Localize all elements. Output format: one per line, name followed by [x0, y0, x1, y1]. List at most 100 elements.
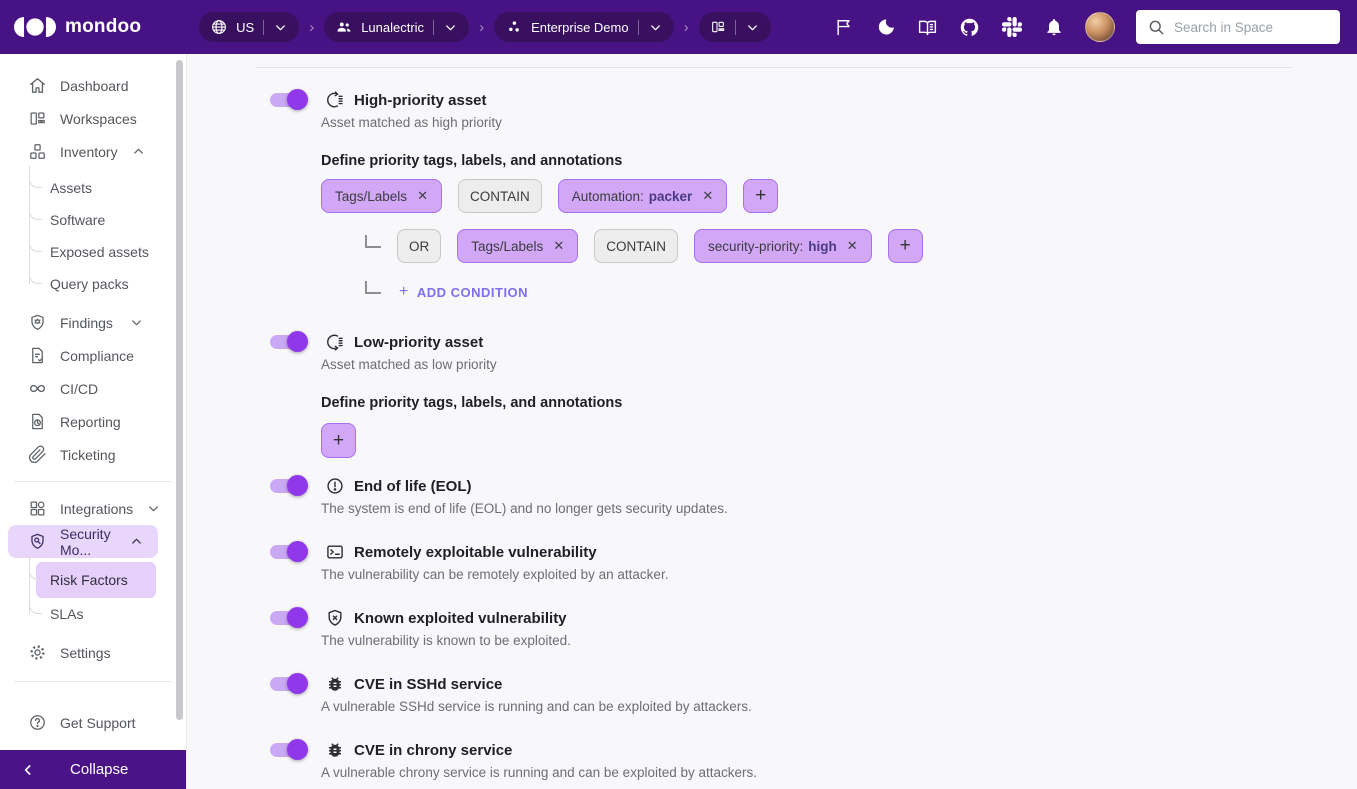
remove-icon[interactable]: ✕	[553, 238, 564, 254]
region-selector[interactable]: US	[199, 12, 299, 42]
risk-toggle[interactable]	[268, 739, 308, 761]
chevron-down-icon	[146, 501, 161, 516]
risk-factor-known-exploited: Known exploited vulnerability The vulner…	[256, 606, 1292, 651]
inventory-subnav: Assets Software Exposed assets Query pac…	[0, 172, 186, 300]
collapse-button[interactable]: Collapse	[0, 750, 186, 789]
tree-corner	[365, 235, 381, 248]
workspaces-icon	[28, 109, 47, 128]
slack-icon[interactable]	[1001, 17, 1022, 38]
chevron-down-icon[interactable]	[648, 20, 663, 35]
sidebar-item-risk-factors[interactable]: Risk Factors	[0, 562, 186, 598]
add-condition-plus-button[interactable]: +	[321, 423, 356, 458]
risk-description: A vulnerable chrony service is running a…	[321, 765, 1292, 783]
risk-title: High-priority asset	[354, 92, 487, 109]
workspace-grid-icon	[710, 19, 726, 35]
sidebar-item-label: Ticketing	[60, 447, 116, 463]
pill-divider	[638, 20, 639, 35]
add-condition-row: +ADD CONDITION	[365, 284, 1292, 300]
join-chip[interactable]: OR	[397, 229, 441, 263]
user-avatar[interactable]	[1085, 12, 1115, 42]
risk-description: Asset matched as low priority	[321, 357, 1292, 375]
remove-icon[interactable]: ✕	[847, 238, 858, 254]
security-monitoring-subnav: Risk Factors SLAs	[0, 562, 186, 630]
risk-title: Remotely exploitable vulnerability	[354, 544, 597, 561]
sidebar-item-ticketing[interactable]: Ticketing	[0, 438, 186, 471]
top-bar: mondoo US › Lunalectric › Enterprise Dem…	[0, 0, 1357, 54]
tree-elbow	[29, 569, 42, 580]
chevron-down-icon[interactable]	[745, 20, 760, 35]
sidebar-item-inventory[interactable]: Inventory	[0, 135, 186, 168]
sidebar-item-query-packs[interactable]: Query packs	[0, 268, 186, 300]
sidebar-item-findings[interactable]: Findings	[0, 306, 186, 339]
operator-chip[interactable]: CONTAIN	[458, 179, 542, 213]
sidebar-item-compliance[interactable]: Compliance	[0, 339, 186, 372]
mondoo-logo[interactable]: mondoo	[14, 15, 141, 39]
sidebar-item-assets[interactable]: Assets	[0, 172, 186, 204]
integrations-apps-icon	[28, 499, 47, 518]
mondoo-logo-icon	[14, 15, 56, 39]
help-circle-icon	[28, 713, 47, 732]
sidebar-item-label: Inventory	[60, 144, 118, 160]
add-value-button[interactable]: +	[888, 229, 923, 263]
sidebar: Dashboard Workspaces Inventory Assets So…	[0, 54, 186, 789]
sidebar-item-cicd[interactable]: CI/CD	[0, 372, 186, 405]
space-dots-icon	[505, 18, 523, 36]
sidebar-item-security-monitoring[interactable]: Security Mo...	[8, 525, 158, 558]
sidebar-item-dashboard[interactable]: Dashboard	[0, 69, 186, 102]
risk-description: A vulnerable SSHd service is running and…	[321, 699, 1292, 717]
flag-icon[interactable]	[833, 17, 854, 38]
priority-high-icon	[325, 90, 345, 110]
sidebar-item-integrations[interactable]: Integrations	[0, 492, 186, 525]
space-search-input[interactable]	[1174, 20, 1329, 35]
dark-mode-moon-icon[interactable]	[875, 17, 896, 38]
sidebar-divider	[14, 481, 172, 482]
sidebar-item-software[interactable]: Software	[0, 204, 186, 236]
risk-factor-high-priority-asset: High-priority asset Asset matched as hig…	[256, 88, 1292, 300]
remove-icon[interactable]: ✕	[417, 188, 428, 204]
add-value-button[interactable]: +	[743, 179, 778, 213]
risk-description: The vulnerability can be remotely exploi…	[321, 567, 1292, 585]
operator-chip[interactable]: CONTAIN	[594, 229, 678, 263]
sidebar-scrollbar[interactable]	[176, 60, 183, 720]
sidebar-item-label: Reporting	[60, 414, 121, 430]
sidebar-item-get-support[interactable]: Get Support	[0, 706, 186, 739]
bug-icon	[325, 740, 345, 760]
chevron-down-icon	[129, 315, 144, 330]
chevron-down-icon[interactable]	[273, 20, 288, 35]
risk-toggle[interactable]	[268, 89, 308, 111]
sidebar-item-label: Workspaces	[60, 111, 137, 127]
risk-toggle[interactable]	[268, 607, 308, 629]
field-chip[interactable]: Tags/Labels✕	[321, 179, 442, 213]
value-chip[interactable]: security-priority:high✕	[694, 229, 872, 263]
sidebar-item-reporting[interactable]: Reporting	[0, 405, 186, 438]
organization-icon	[335, 18, 353, 36]
add-condition-button[interactable]: +ADD CONDITION	[399, 283, 528, 301]
organization-selector[interactable]: Lunalectric	[324, 12, 469, 42]
value-chip[interactable]: Automation:packer✕	[558, 179, 728, 213]
risk-toggle[interactable]	[268, 331, 308, 353]
breadcrumb: US › Lunalectric › Enterprise Demo ›	[199, 12, 770, 42]
condition-row-nested: OR Tags/Labels✕ CONTAIN security-priorit…	[365, 229, 1292, 263]
shield-x-icon	[325, 608, 345, 628]
remove-icon[interactable]: ✕	[702, 188, 713, 204]
risk-toggle[interactable]	[268, 673, 308, 695]
brand-name: mondoo	[65, 16, 141, 38]
risk-description: The vulnerability is known to be exploit…	[321, 633, 1292, 651]
breadcrumb-separator: ›	[479, 19, 484, 36]
topbar-actions	[833, 10, 1340, 44]
space-search[interactable]	[1136, 10, 1340, 44]
risk-toggle[interactable]	[268, 541, 308, 563]
notifications-bell-icon[interactable]	[1043, 17, 1064, 38]
sidebar-item-settings[interactable]: Settings	[0, 636, 186, 669]
sidebar-item-workspaces[interactable]: Workspaces	[0, 102, 186, 135]
docs-book-icon[interactable]	[917, 17, 938, 38]
sidebar-item-exposed-assets[interactable]: Exposed assets	[0, 236, 186, 268]
github-icon[interactable]	[959, 17, 980, 38]
chevron-down-icon[interactable]	[443, 20, 458, 35]
field-chip[interactable]: Tags/Labels✕	[457, 229, 578, 263]
risk-factors-page: High-priority asset Asset matched as hig…	[186, 54, 1357, 789]
space-selector[interactable]: Enterprise Demo	[494, 12, 674, 42]
workspace-selector[interactable]	[699, 12, 771, 42]
risk-toggle[interactable]	[268, 475, 308, 497]
sidebar-item-slas[interactable]: SLAs	[0, 598, 186, 630]
